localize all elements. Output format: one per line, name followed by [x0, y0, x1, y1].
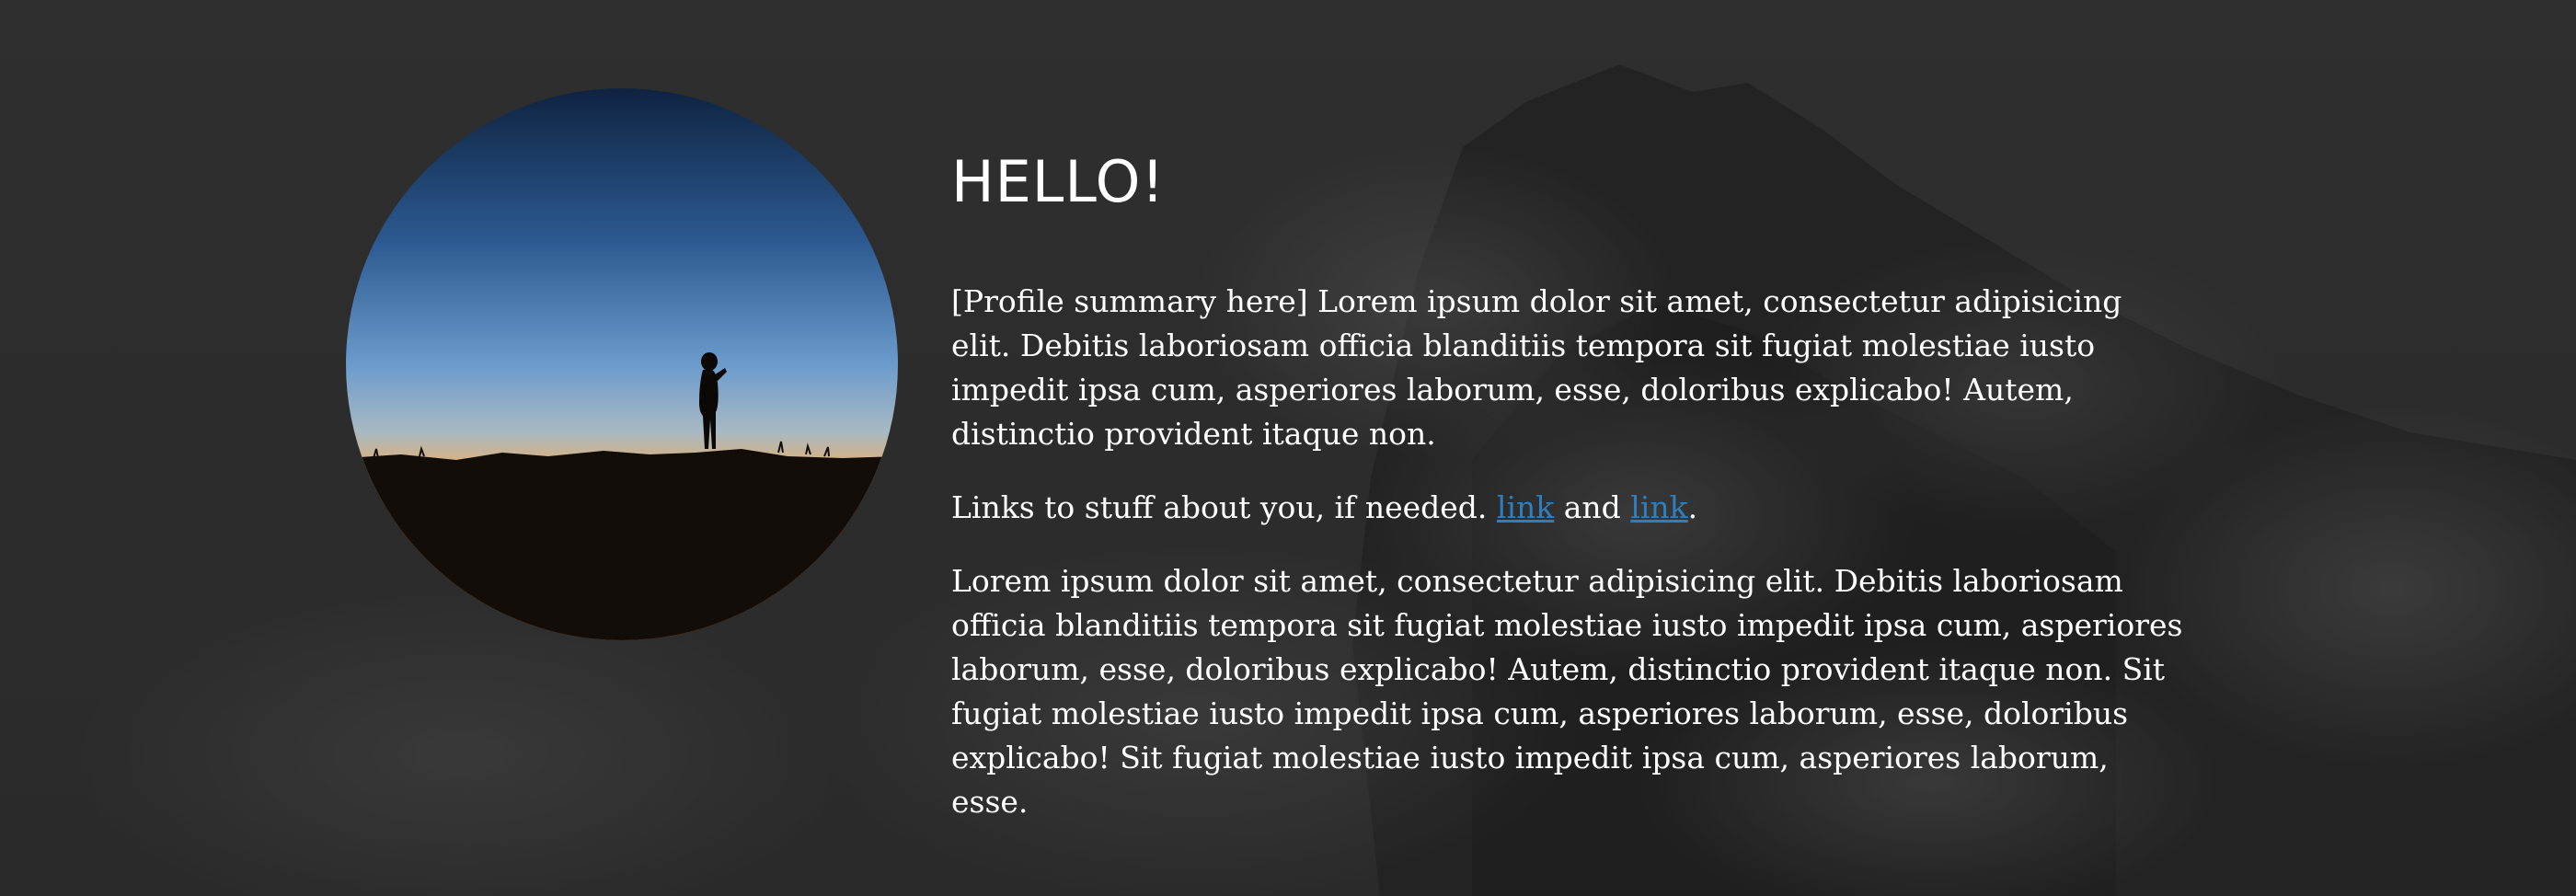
links-prefix: Links to stuff about you, if needed. — [951, 489, 1497, 525]
links-line: Links to stuff about you, if needed. lin… — [951, 486, 2184, 530]
link-1[interactable]: link — [1497, 489, 1554, 525]
profile-image — [346, 88, 898, 640]
profile-content: HELLO! [Profile summary here] Lorem ipsu… — [951, 145, 2184, 854]
page-title: HELLO! — [951, 148, 1166, 215]
links-suffix: . — [1687, 489, 1698, 525]
profile-summary: [Profile summary here] Lorem ipsum dolor… — [951, 283, 2122, 452]
sunset-silhouette-icon — [346, 88, 898, 640]
links-middle: and — [1554, 489, 1631, 525]
link-2[interactable]: link — [1630, 489, 1687, 525]
body-text: Lorem ipsum dolor sit amet, consectetur … — [951, 563, 2183, 820]
